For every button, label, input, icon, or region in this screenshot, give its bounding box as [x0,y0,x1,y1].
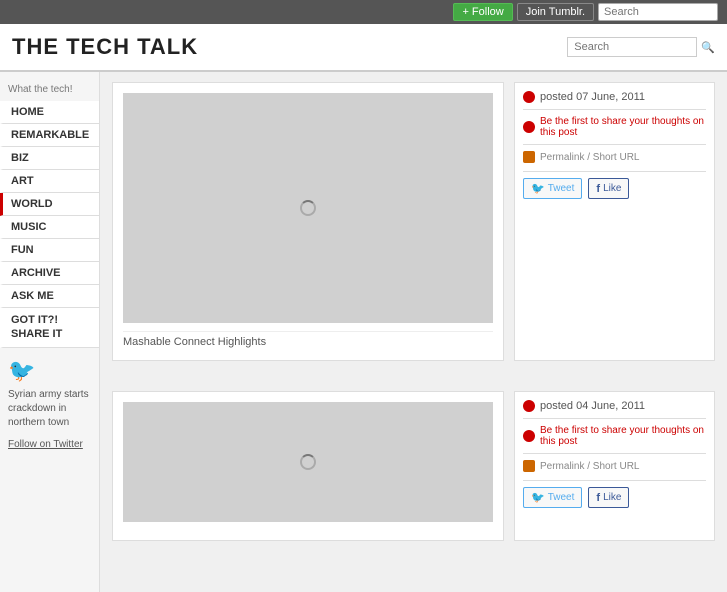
date-icon-2 [523,400,535,412]
post-1-like-button[interactable]: f Like [588,178,629,199]
post-1-comments: Be the first to share your thoughts on t… [523,116,706,138]
facebook-icon-2: f [596,492,600,504]
main-content: Mashable Connect Highlights posted 07 Ju… [100,72,727,592]
post-1-actions: 🐦 Tweet f Like [523,178,706,199]
post-2-image [123,402,493,522]
sidebar-item-music[interactable]: MUSIC [0,216,99,239]
tweet-bird-icon: 🐦 [531,182,545,195]
sidebar-tagline: What the tech! [0,80,99,101]
comment-icon [523,121,535,133]
post-1-date: posted 07 June, 2011 [523,91,706,103]
post-2-card [112,391,504,541]
date-icon [523,91,535,103]
header-search-input[interactable] [567,37,697,57]
comment-icon-2 [523,430,535,442]
facebook-icon: f [596,183,600,195]
sidebar-item-biz[interactable]: BIZ [0,147,99,170]
sidebar-item-fun[interactable]: FUN [0,239,99,262]
post-2-tweet-button[interactable]: 🐦 Tweet [523,487,582,508]
page-layout: What the tech! HOME REMARKABLE BIZ ART W… [0,72,727,592]
sidebar-item-art[interactable]: ART [0,170,99,193]
post-2-date: posted 04 June, 2011 [523,400,706,412]
post-1-card: Mashable Connect Highlights [112,82,504,361]
follow-button[interactable]: + Follow [453,3,512,21]
sidebar: What the tech! HOME REMARKABLE BIZ ART W… [0,72,100,592]
header-search-icon: 🔍 [701,41,715,54]
loading-spinner-2 [300,454,316,470]
post-2-comments: Be the first to share your thoughts on t… [523,425,706,447]
post-2-permalink[interactable]: Permalink / Short URL [523,460,706,472]
post-1-row: Mashable Connect Highlights posted 07 Ju… [112,82,715,375]
post-2-row: posted 04 June, 2011 Be the first to sha… [112,391,715,555]
sidebar-item-world[interactable]: WORLD [0,193,99,216]
post-1-image [123,93,493,323]
post-1-meta: posted 07 June, 2011 Be the first to sha… [514,82,715,361]
topbar-search-input[interactable] [598,3,718,21]
post-2-actions: 🐦 Tweet f Like [523,487,706,508]
link-icon [523,151,535,163]
post-1-caption: Mashable Connect Highlights [123,331,493,350]
sidebar-item-archive[interactable]: ARCHIVE [0,262,99,285]
sidebar-item-share[interactable]: GOT IT?! SHARE IT [0,308,99,348]
post-1-permalink[interactable]: Permalink / Short URL [523,151,706,163]
sidebar-item-ask-me[interactable]: ASK ME [0,285,99,308]
twitter-bird-icon: 🐦 [8,358,91,384]
twitter-text: Syrian army starts crackdown in northern… [8,388,91,430]
post-2-meta: posted 04 June, 2011 Be the first to sha… [514,391,715,541]
sidebar-item-remarkable[interactable]: REMARKABLE [0,124,99,147]
join-tumblr-button[interactable]: Join Tumblr. [517,3,594,21]
header-search: 🔍 [567,37,715,57]
post-2-like-button[interactable]: f Like [588,487,629,508]
site-header: THE TECH TALK 🔍 [0,24,727,72]
sidebar-item-home[interactable]: HOME [0,101,99,124]
tweet-bird-icon-2: 🐦 [531,491,545,504]
topbar: + Follow Join Tumblr. 🔍 [0,0,727,24]
link-icon-2 [523,460,535,472]
loading-spinner [300,200,316,216]
post-1-tweet-button[interactable]: 🐦 Tweet [523,178,582,199]
site-title: THE TECH TALK [12,34,198,60]
follow-twitter-link[interactable]: Follow on Twitter [8,439,83,450]
sidebar-twitter-section: 🐦 Syrian army starts crackdown in northe… [0,348,99,460]
